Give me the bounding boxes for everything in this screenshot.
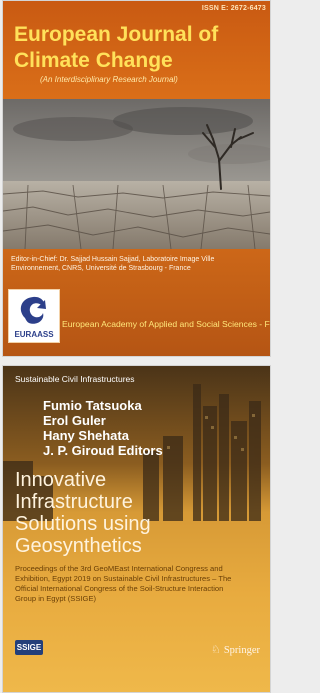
book-title-line: Innovative — [15, 469, 107, 491]
book-title: Innovative Infrastructure Solutions usin… — [15, 469, 265, 557]
book-cover-innovative-infrastructure-solutions[interactable]: Sustainable Civil Infrastructures Fumio … — [2, 365, 271, 693]
book-title-line: Solutions using — [15, 513, 151, 535]
author-name: Erol Guler — [43, 413, 106, 428]
editor-in-chief-text: Editor-in-Chief: Dr. Sajjad Hussain Sajj… — [11, 256, 215, 272]
issn-text: ISSN E: 2672-6473 — [201, 5, 266, 12]
euraass-logo: EURAASS — [8, 289, 60, 343]
book-title-line: Geosynthetics — [15, 535, 142, 557]
author-list: Fumio Tatsuoka Erol Guler Hany Shehata J… — [43, 398, 163, 458]
journal-title: European Journal of Climate Change — [14, 23, 219, 72]
euraass-logo-icon — [20, 296, 46, 324]
author-name: Fumio Tatsuoka — [43, 398, 142, 413]
ssige-logo: SSIGE — [15, 640, 43, 655]
journal-cover-european-journal-of-climate-change[interactable]: ISSN E: 2672-6473 European Journal of Cl… — [2, 0, 271, 357]
proceedings-text: Proceedings of the 3rd GeoMEast Internat… — [15, 564, 232, 603]
series-name: Sustainable Civil Infrastructures — [15, 374, 135, 384]
author-name: Hany Shehata — [43, 428, 129, 443]
springer-logo: ♘ Springer — [211, 643, 260, 656]
springer-horse-icon: ♘ — [210, 644, 221, 656]
journal-subtitle: (An Interdisciplinary Research Journal) — [40, 75, 178, 84]
author-name: J. P. Giroud Editors — [43, 443, 163, 458]
academy-name: European Academy of Applied and Social S… — [62, 319, 271, 329]
cracked-earth-landscape-image — [3, 99, 270, 249]
springer-label: Springer — [223, 645, 260, 656]
euraass-logo-label: EURAASS — [14, 330, 54, 339]
book-title-line: Infrastructure — [15, 491, 133, 513]
